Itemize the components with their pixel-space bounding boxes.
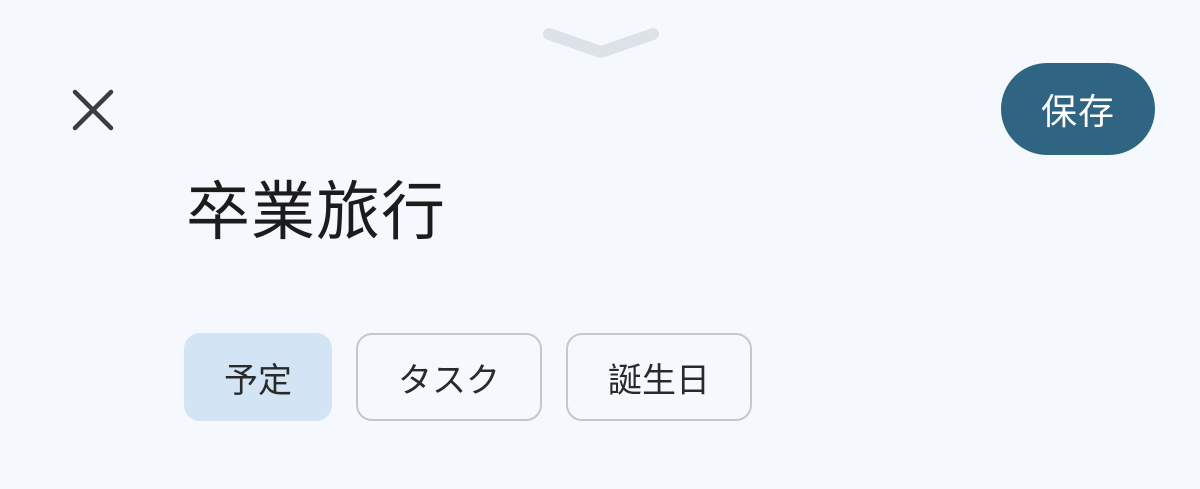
chip-event[interactable]: 予定 — [184, 333, 332, 421]
event-type-chip-group: 予定 タスク 誕生日 — [184, 333, 752, 421]
event-title[interactable]: 卒業旅行 — [186, 168, 446, 258]
chevron-down-icon[interactable] — [541, 26, 661, 60]
chip-task[interactable]: タスク — [356, 333, 542, 421]
save-button[interactable]: 保存 — [1001, 63, 1155, 155]
chip-birthday[interactable]: 誕生日 — [566, 333, 752, 421]
close-icon — [72, 89, 114, 131]
close-button[interactable] — [62, 79, 124, 141]
